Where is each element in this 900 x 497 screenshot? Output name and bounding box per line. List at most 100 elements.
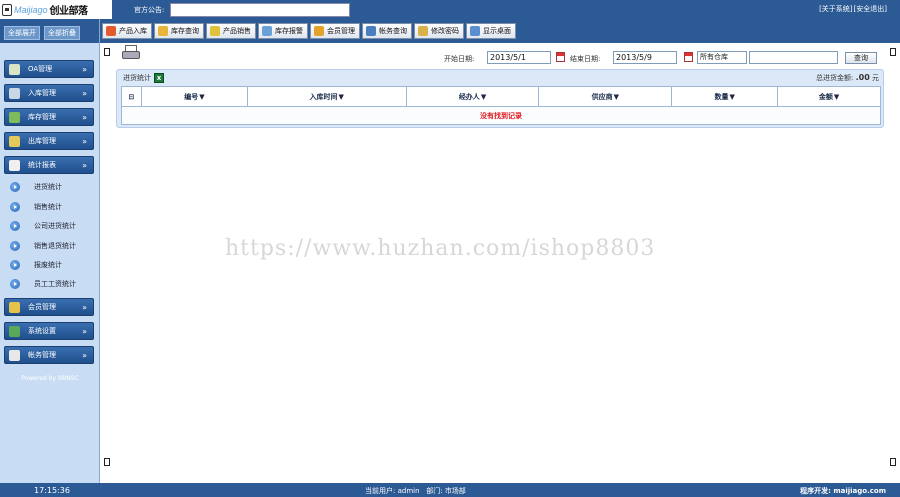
select-all-checkbox[interactable]: ⊟	[121, 86, 142, 107]
search-button[interactable]: 查询	[845, 52, 877, 64]
menu-label: 统计报表	[28, 161, 56, 169]
toolbar-product-inbound-button[interactable]: 产品入库	[102, 23, 152, 39]
inbox-icon	[9, 87, 20, 99]
play-icon	[10, 279, 20, 289]
column-header-supplier[interactable]: 供应商▼	[538, 86, 673, 107]
desktop-icon	[470, 26, 480, 36]
logout-link[interactable]: [安全退出]	[854, 4, 887, 14]
column-header-label: 编号	[184, 92, 199, 101]
column-header-label: 经办人	[458, 92, 480, 101]
menu-settings[interactable]: 系统设置 »	[4, 322, 94, 340]
end-date-input[interactable]: 2013/5/9	[613, 51, 677, 64]
watermark-text: https://www.huzhan.com/ishop8803	[225, 236, 656, 261]
member-card-icon	[314, 26, 324, 36]
column-header-label: 供应商	[591, 92, 613, 101]
menu-label: 出库管理	[28, 137, 56, 145]
sub-item-sales-return-stats[interactable]: 销售退货统计	[10, 241, 76, 251]
folder-search-icon	[158, 26, 168, 36]
sort-arrow-icon: ▼	[199, 92, 205, 101]
table-header-row: ⊟ 编号▼ 入库时间▼ 经办人▼ 供应商▼ 数量▼ 金额▼	[121, 86, 881, 107]
column-header-handler[interactable]: 经办人▼	[405, 86, 540, 107]
toolbar-account-query-button[interactable]: 帐务查询	[362, 23, 412, 39]
menu-outbound[interactable]: 出库管理 »	[4, 132, 94, 150]
filter-bar: 开始日期: 2013/5/1 结束日期: 2013/5/9 所有仓库 查询	[100, 51, 900, 65]
panel-title: 进货统计 x	[123, 73, 164, 83]
toolbar-show-desktop-button[interactable]: 显示桌面	[466, 23, 516, 39]
toolbar-product-sales-button[interactable]: 产品销售	[206, 23, 256, 39]
column-header-quantity[interactable]: 数量▼	[671, 86, 779, 107]
menu-label: 入库管理	[28, 89, 56, 97]
play-icon	[10, 221, 20, 231]
panel-title-text: 进货统计	[123, 74, 151, 82]
warehouse-select[interactable]: 所有仓库	[697, 51, 747, 64]
sub-item-scrap-stats[interactable]: 报废统计	[10, 260, 62, 270]
sidebar-expand-controls: 全部展开 全部折叠	[4, 26, 80, 40]
double-chevron-icon: »	[82, 136, 87, 146]
toolbar-button-label: 产品销售	[223, 27, 251, 35]
empty-message: 没有找到记录	[121, 106, 881, 125]
table-row-empty: 没有找到记录	[121, 106, 881, 125]
clock: 17:15:36	[34, 486, 70, 495]
purchase-stats-table: ⊟ 编号▼ 入库时间▼ 经办人▼ 供应商▼ 数量▼ 金额▼ 没有找到记录	[121, 86, 881, 125]
toolbar-button-label: 帐务查询	[379, 27, 407, 35]
toolbar-member-management-button[interactable]: 会员管理	[310, 23, 360, 39]
total-label: 总进货金额:	[816, 74, 854, 82]
app-logo: Maijiago 创业部落	[0, 0, 112, 19]
calendar-icon[interactable]	[556, 52, 565, 62]
play-icon	[10, 182, 20, 192]
keyword-input[interactable]	[749, 51, 838, 64]
ledger-icon	[9, 349, 20, 361]
dept-value: 市场部	[444, 487, 466, 495]
menu-label: 库存管理	[28, 113, 56, 121]
column-header-amount[interactable]: 金额▼	[777, 86, 881, 107]
report-icon	[9, 159, 20, 171]
menu-ledger[interactable]: 帐务管理 »	[4, 346, 94, 364]
sub-item-purchase-stats[interactable]: 进货统计	[10, 182, 62, 192]
collapse-all-button[interactable]: 全部折叠	[44, 26, 80, 40]
logo-icon	[2, 3, 12, 16]
home-icon	[9, 63, 20, 75]
sub-item-label: 报废统计	[34, 261, 62, 269]
play-icon	[10, 241, 20, 251]
menu-members[interactable]: 会员管理 »	[4, 298, 94, 316]
top-links: [关于系统] [安全退出]	[819, 4, 887, 14]
sort-arrow-icon: ▼	[833, 92, 840, 101]
double-chevron-icon: »	[82, 302, 87, 312]
toolbar-change-password-button[interactable]: 修改密码	[414, 23, 464, 39]
expand-all-button[interactable]: 全部展开	[4, 26, 40, 40]
settings-icon	[9, 325, 20, 337]
sub-item-salary-stats[interactable]: 员工工资统计	[10, 279, 76, 289]
double-chevron-icon: »	[82, 64, 87, 74]
toolbar-stock-alarm-button[interactable]: 库存报警	[258, 23, 308, 39]
toolbar-stock-query-button[interactable]: 库存查询	[154, 23, 204, 39]
start-date-input[interactable]: 2013/5/1	[487, 51, 551, 64]
menu-inbound[interactable]: 入库管理 »	[4, 84, 94, 102]
current-user-info: 当前用户: admin 部门: 市场部	[365, 486, 466, 496]
calendar-icon[interactable]	[684, 52, 693, 62]
sort-arrow-icon: ▼	[480, 92, 487, 101]
menu-oa[interactable]: OA管理 »	[4, 60, 94, 78]
sub-item-company-purchase-stats[interactable]: 公司进货统计	[10, 221, 76, 231]
powered-by: Powered by BBNSC	[21, 375, 79, 382]
main-content: 开始日期: 2013/5/1 结束日期: 2013/5/9 所有仓库 查询 进货…	[100, 43, 900, 483]
total-unit: 元	[872, 74, 879, 82]
sub-item-label: 销售退货统计	[34, 242, 76, 250]
play-icon	[10, 202, 20, 212]
main-toolbar: 产品入库 库存查询 产品销售 库存报警 会员管理 帐务查询 修改密码 显示桌面	[100, 19, 900, 43]
column-header-id[interactable]: 编号▼	[140, 86, 248, 107]
outbox-icon	[9, 135, 20, 147]
menu-label: 帐务管理	[28, 351, 56, 359]
toolbar-button-label: 显示桌面	[483, 27, 511, 35]
menu-reports[interactable]: 统计报表 »	[4, 156, 94, 174]
excel-export-icon[interactable]: x	[154, 73, 164, 83]
warehouse-select-value: 所有仓库	[700, 53, 728, 61]
frame-corner-marker	[104, 458, 110, 466]
total-amount: 总进货金额: .00 元	[816, 73, 879, 83]
sub-item-sales-stats[interactable]: 销售统计	[10, 202, 62, 212]
import-icon	[106, 26, 116, 36]
sort-arrow-icon: ▼	[613, 92, 620, 101]
menu-stock[interactable]: 库存管理 »	[4, 108, 94, 126]
about-system-link[interactable]: [关于系统]	[819, 4, 852, 14]
column-header-inbound-time[interactable]: 入库时间▼	[246, 86, 407, 107]
end-date-label: 结束日期:	[570, 55, 601, 63]
